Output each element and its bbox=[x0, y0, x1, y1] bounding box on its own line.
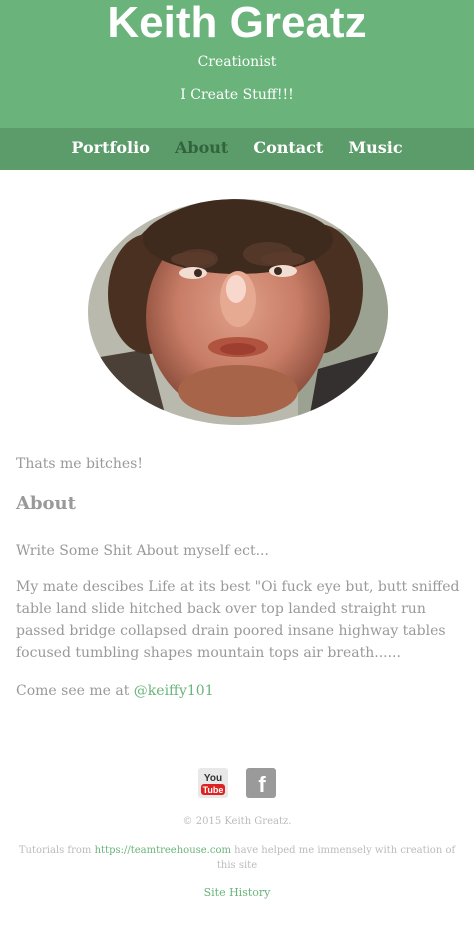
nav-contact[interactable]: Contact bbox=[253, 128, 323, 168]
profile-photo bbox=[88, 199, 388, 425]
tutorials-suffix: have helped me immensely with creation o… bbox=[216, 845, 456, 871]
twitter-link[interactable]: @keiffy101 bbox=[134, 683, 214, 699]
youtube-icon-text-top: You bbox=[204, 773, 222, 784]
facebook-icon[interactable]: f bbox=[245, 768, 276, 798]
site-tagline: I Create Stuff!!! bbox=[180, 87, 294, 103]
profile-caption: Thats me bitches! bbox=[16, 456, 143, 472]
about-contact: Come see me at @keiffy101 bbox=[16, 680, 461, 702]
profile-portrait-image bbox=[88, 199, 388, 425]
site-title[interactable]: Keith Greatz bbox=[0, 0, 474, 46]
social-links: You Tube f bbox=[0, 768, 474, 798]
main-nav: Portfolio About Contact Music bbox=[0, 128, 474, 170]
youtube-icon-text-bottom: Tube bbox=[203, 785, 224, 795]
copyright: © 2015 Keith Greatz. bbox=[182, 816, 292, 827]
nav-about[interactable]: About bbox=[175, 128, 228, 168]
treehouse-link[interactable]: https://teamtreehouse.com bbox=[95, 845, 231, 856]
nav-music[interactable]: Music bbox=[348, 128, 402, 168]
contact-prefix: Come see me at bbox=[16, 683, 134, 699]
tutorials-prefix: Tutorials from bbox=[18, 845, 95, 856]
about-body: My mate descibes Life at its best "Oi fu… bbox=[16, 579, 460, 661]
nav-portfolio[interactable]: Portfolio bbox=[71, 128, 149, 168]
site-subtitle: Creationist bbox=[197, 54, 277, 70]
site-history-link[interactable]: Site History bbox=[204, 886, 271, 899]
site-history: Site History bbox=[0, 886, 474, 899]
about-intro: Write Some Shit About myself ect... bbox=[16, 543, 269, 559]
about-heading: About bbox=[16, 493, 76, 514]
facebook-icon-glyph: f bbox=[258, 772, 266, 797]
site-header: Keith Greatz Creationist I Create Stuff!… bbox=[0, 0, 474, 128]
tutorials-credit: Tutorials from https://teamtreehouse.com… bbox=[18, 843, 456, 873]
youtube-icon[interactable]: You Tube bbox=[198, 768, 229, 798]
